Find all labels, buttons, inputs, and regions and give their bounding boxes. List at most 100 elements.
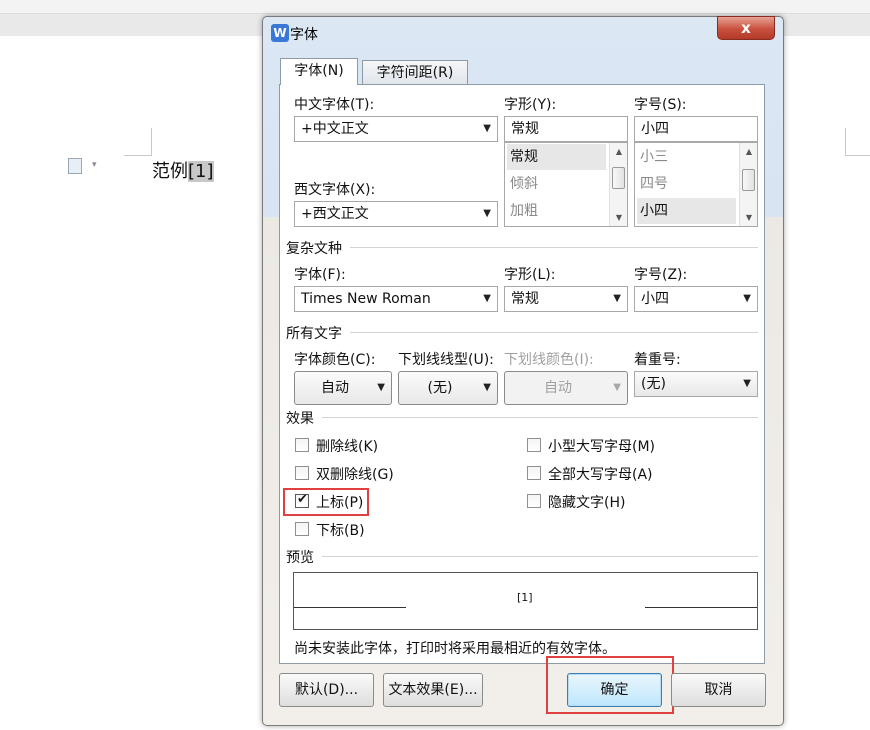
page-margin-corner-right <box>845 128 870 156</box>
style-option[interactable]: 加粗 <box>507 198 606 224</box>
complex-font-value: Times New Roman <box>301 291 431 307</box>
underline-color-label: 下划线颜色(I): <box>504 352 594 368</box>
tab-character-spacing[interactable]: 字符间距(R) <box>362 60 468 86</box>
font-color-label: 字体颜色(C): <box>294 352 376 368</box>
chevron-down-icon: ▼ <box>483 123 491 134</box>
scroll-up-icon[interactable]: ▲ <box>610 147 628 156</box>
chinese-font-label: 中文字体(T): <box>294 97 375 113</box>
western-font-select[interactable]: +西文正文 ▼ <box>294 201 498 227</box>
emphasis-label: 着重号: <box>634 352 681 368</box>
style-option[interactable]: 倾斜 <box>507 171 606 197</box>
scroll-up-icon[interactable]: ▲ <box>740 147 758 156</box>
font-color-select[interactable]: 自动 ▼ <box>294 371 392 405</box>
size-label: 字号(S): <box>634 97 687 113</box>
western-font-value: +西文正文 <box>301 206 369 222</box>
section-divider <box>322 556 758 557</box>
preview-box: [1] <box>293 572 758 630</box>
section-divider <box>350 247 758 248</box>
complex-size-select[interactable]: 小四 ▼ <box>634 286 758 312</box>
dialog-title: 字体 <box>290 27 318 43</box>
complex-size-label: 字号(Z): <box>634 267 688 283</box>
chevron-down-icon: ▼ <box>743 293 751 304</box>
complex-font-label: 字体(F): <box>294 267 346 283</box>
emphasis-select[interactable]: (无) ▼ <box>634 371 758 397</box>
chevron-down-icon: ▼ <box>483 293 491 304</box>
underline-color-select: 自动 ▼ <box>504 371 628 405</box>
small-caps-checkbox[interactable] <box>527 438 541 452</box>
tab-font[interactable]: 字体(N) <box>280 58 358 86</box>
document-sample-text[interactable]: 范例[1] <box>152 157 214 183</box>
western-font-label: 西文字体(X): <box>294 182 376 198</box>
underline-style-select[interactable]: (无) ▼ <box>398 371 498 405</box>
all-caps-checkbox[interactable] <box>527 466 541 480</box>
chevron-down-icon: ▼ <box>377 382 385 393</box>
superscript-checkbox[interactable] <box>295 492 309 508</box>
chinese-font-value: +中文正文 <box>301 121 369 137</box>
chevron-down-icon: ▼ <box>613 293 621 304</box>
preview-baseline-right <box>645 607 757 608</box>
size-input[interactable]: 小四 <box>634 116 758 142</box>
preview-heading: 预览 <box>286 550 314 566</box>
app-logo-icon: W <box>271 24 289 42</box>
double-strikethrough-checkbox[interactable] <box>295 466 309 480</box>
default-button[interactable]: 默认(D)... <box>279 673 374 707</box>
style-listbox[interactable]: 常规 倾斜 加粗 ▲ ▼ <box>504 142 628 227</box>
underline-style-label: 下划线线型(U): <box>398 352 494 368</box>
superscript-label[interactable]: 上标(P) <box>316 492 363 512</box>
sample-superscript: [1] <box>188 161 214 182</box>
preview-sample-text: [1] <box>517 591 533 604</box>
text-effects-button[interactable]: 文本效果(E)... <box>383 673 483 707</box>
emphasis-value: (无) <box>641 376 666 392</box>
scroll-thumb[interactable] <box>742 169 755 191</box>
active-tab-joiner <box>281 84 357 86</box>
complex-style-value: 常规 <box>511 291 539 307</box>
hidden-text-label[interactable]: 隐藏文字(H) <box>548 492 625 512</box>
subscript-label[interactable]: 下标(B) <box>316 520 365 540</box>
scroll-thumb[interactable] <box>612 167 625 189</box>
style-input[interactable]: 常规 <box>504 116 628 142</box>
cancel-button[interactable]: 取消 <box>671 673 766 707</box>
section-divider <box>350 332 758 333</box>
effects-heading: 效果 <box>286 411 314 427</box>
complex-style-label: 字形(L): <box>504 267 556 283</box>
style-option[interactable]: 常规 <box>507 144 606 170</box>
size-option[interactable]: 小四 <box>637 198 736 224</box>
paragraph-icon[interactable] <box>68 158 82 174</box>
size-option[interactable]: 小三 <box>637 144 736 170</box>
subscript-checkbox[interactable] <box>295 522 309 536</box>
chinese-font-select[interactable]: +中文正文 ▼ <box>294 116 498 142</box>
preview-baseline-left <box>294 607 406 608</box>
close-button[interactable]: x <box>717 16 775 40</box>
chevron-down-icon: ▼ <box>743 378 751 389</box>
complex-style-select[interactable]: 常规 ▼ <box>504 286 628 312</box>
section-divider <box>322 417 758 418</box>
size-listbox[interactable]: 小三 四号 小四 ▲ ▼ <box>634 142 758 227</box>
strikethrough-label[interactable]: 删除线(K) <box>316 436 378 456</box>
scroll-down-icon[interactable]: ▼ <box>610 213 628 222</box>
page-margin-corner-left <box>124 128 152 156</box>
double-strikethrough-label[interactable]: 双删除线(G) <box>316 464 394 484</box>
chevron-down-icon: ▼ <box>483 382 491 393</box>
scroll-down-icon[interactable]: ▼ <box>740 213 758 222</box>
all-caps-label[interactable]: 全部大写字母(A) <box>548 464 653 484</box>
size-scrollbar[interactable]: ▲ ▼ <box>739 143 757 226</box>
strikethrough-checkbox[interactable] <box>295 438 309 452</box>
ok-button[interactable]: 确定 <box>567 673 662 707</box>
style-scrollbar[interactable]: ▲ ▼ <box>609 143 627 226</box>
underline-color-value: 自动 <box>544 380 572 396</box>
underline-style-value: (无) <box>427 380 453 396</box>
complex-size-value: 小四 <box>641 291 669 307</box>
font-color-value: 自动 <box>321 380 349 396</box>
all-text-heading: 所有文字 <box>286 326 342 342</box>
sample-text: 范例 <box>152 161 188 182</box>
font-not-installed-note: 尚未安装此字体，打印时将采用最相近的有效字体。 <box>294 641 616 657</box>
small-caps-label[interactable]: 小型大写字母(M) <box>548 436 655 456</box>
dropdown-arrow-icon[interactable]: ▾ <box>92 160 97 170</box>
chevron-down-icon: ▼ <box>613 382 621 393</box>
document-toolbar-strip <box>0 0 870 14</box>
hidden-text-checkbox[interactable] <box>527 494 541 508</box>
size-option[interactable]: 四号 <box>637 171 736 197</box>
complex-font-select[interactable]: Times New Roman ▼ <box>294 286 498 312</box>
style-label: 字形(Y): <box>504 97 557 113</box>
chevron-down-icon: ▼ <box>483 208 491 219</box>
